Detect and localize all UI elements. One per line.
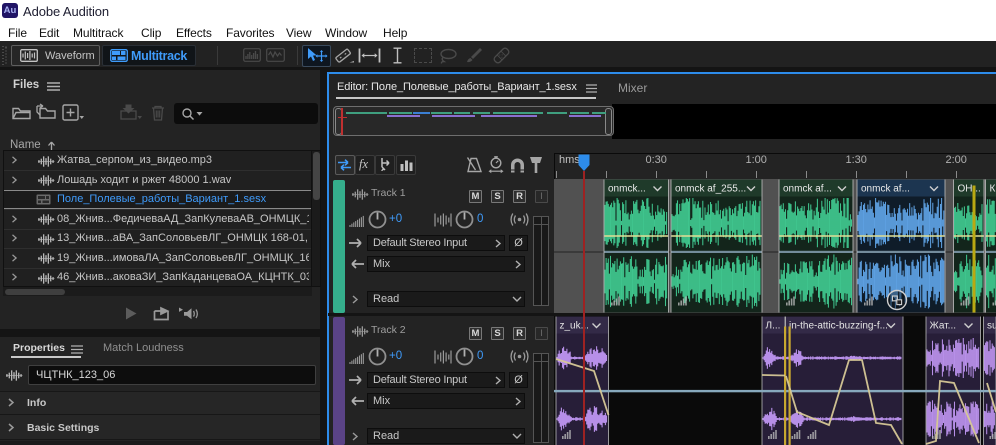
svg-text:in-the-attic-buzzing-f...: in-the-attic-buzzing-f...	[789, 321, 888, 332]
svg-text:Жат...: Жат...	[930, 321, 957, 332]
svg-text:OH...: OH...	[958, 184, 981, 195]
svg-text:onmck af...: onmck af...	[783, 184, 832, 195]
svg-text:Л...: Л...	[766, 321, 781, 332]
svg-text:onmck af...: onmck af...	[861, 184, 910, 195]
svg-text:sur...: sur...	[987, 321, 996, 332]
svg-text:КЦ...: КЦ...	[990, 184, 996, 195]
svg-text:onmck...: onmck...	[608, 184, 646, 195]
svg-text:onmck af_255...: onmck af_255...	[675, 184, 746, 195]
